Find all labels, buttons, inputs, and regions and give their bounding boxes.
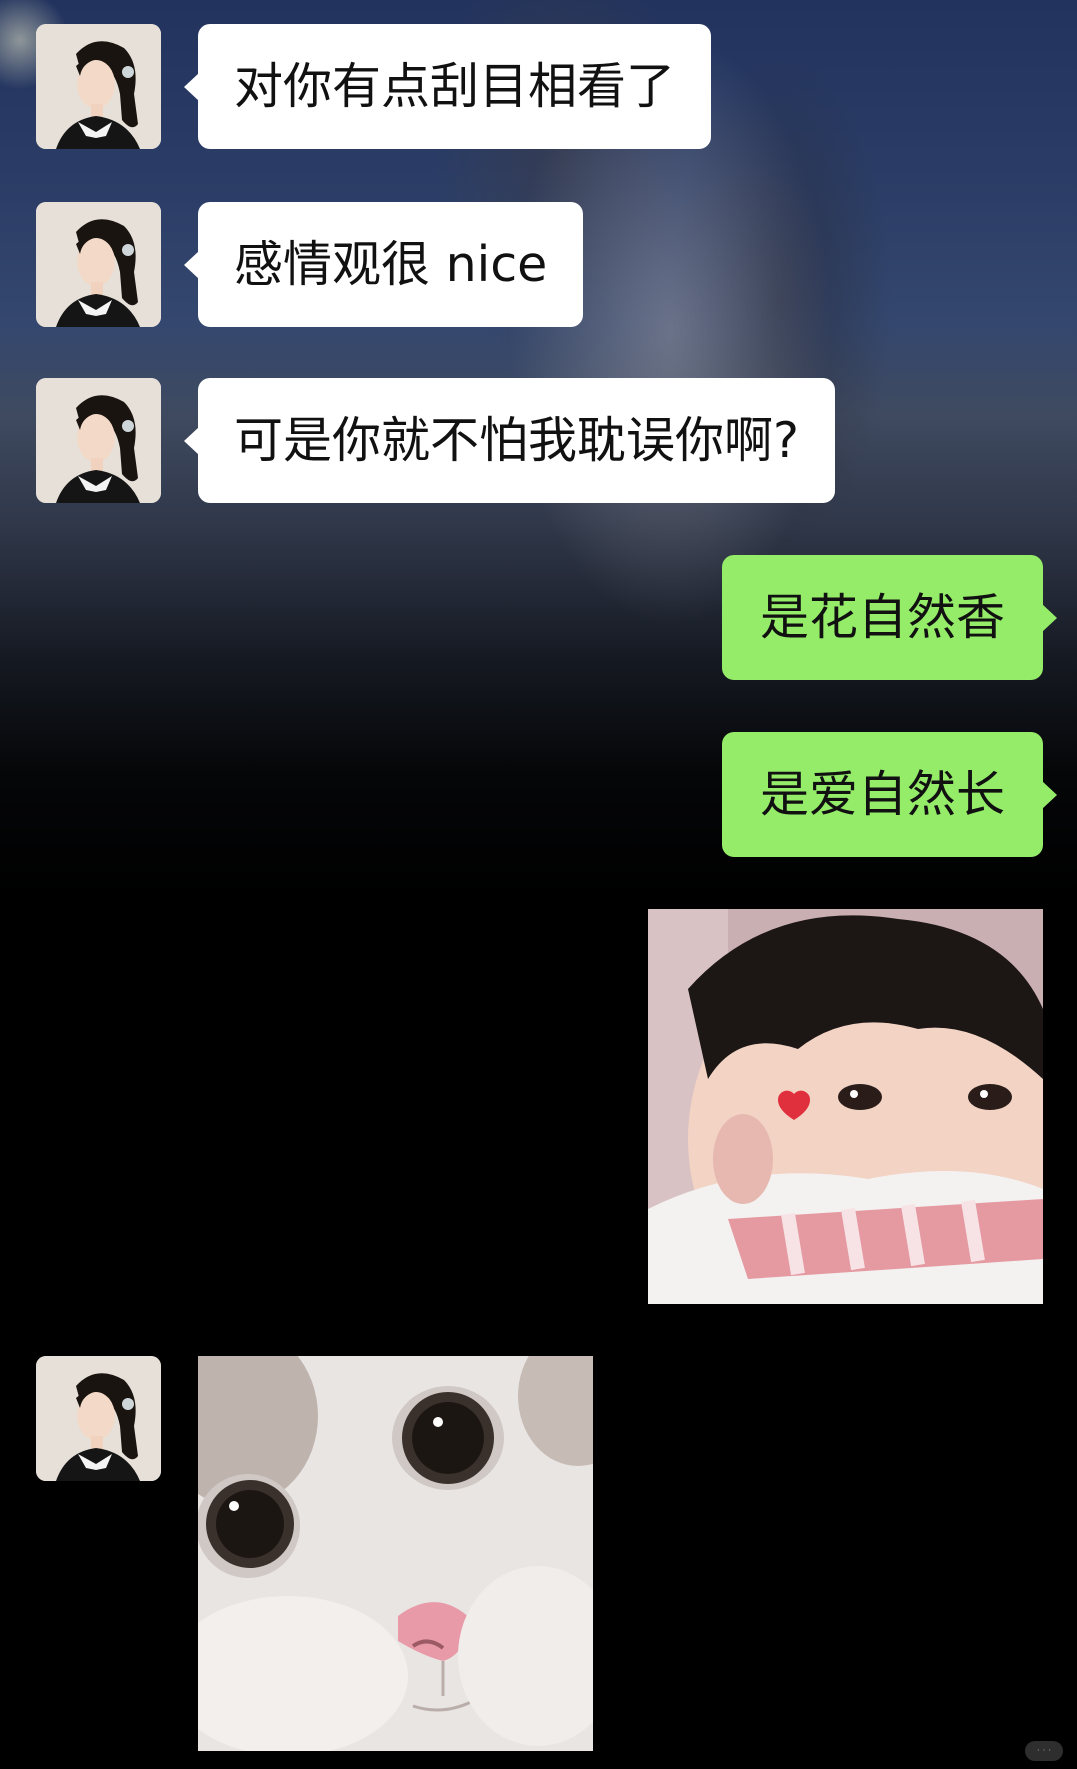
message-bubble-incoming[interactable]: 感情观很 nice	[183, 202, 584, 327]
girl-profile-avatar-icon	[36, 202, 161, 327]
message-text: 可是你就不怕我耽误你啊?	[234, 412, 800, 469]
message-text: 是爱自然长	[759, 766, 1005, 823]
contact-avatar[interactable]	[36, 378, 161, 503]
girl-profile-avatar-icon	[36, 1356, 161, 1481]
contact-avatar[interactable]	[36, 1356, 161, 1481]
girl-profile-avatar-icon	[36, 378, 161, 503]
contact-avatar[interactable]	[36, 24, 161, 149]
contact-avatar[interactable]	[36, 202, 161, 327]
toddler-sticker[interactable]	[648, 909, 1043, 1304]
cat-sticker[interactable]	[198, 1356, 593, 1751]
message-bubble-outgoing[interactable]: 是花自然香	[721, 555, 1058, 680]
message-text: 感情观很 nice	[234, 236, 548, 293]
message-bubble-outgoing[interactable]: 是爱自然长	[721, 732, 1058, 857]
white-cat-closeup-sticker-icon	[198, 1356, 593, 1751]
message-bubble-incoming[interactable]: 可是你就不怕我耽误你啊?	[183, 378, 836, 503]
chat-screen: 对你有点刮目相看了 感情观很 nice 可是你就不怕我耽误你啊? 是花自然香 是…	[0, 0, 1077, 1769]
toddler-peeking-sticker-icon	[648, 909, 1043, 1304]
watermark-badge: · · ·	[1025, 1741, 1063, 1761]
girl-profile-avatar-icon	[36, 24, 161, 149]
message-text: 对你有点刮目相看了	[234, 58, 676, 115]
message-text: 是花自然香	[759, 589, 1005, 646]
message-bubble-incoming[interactable]: 对你有点刮目相看了	[183, 24, 712, 149]
